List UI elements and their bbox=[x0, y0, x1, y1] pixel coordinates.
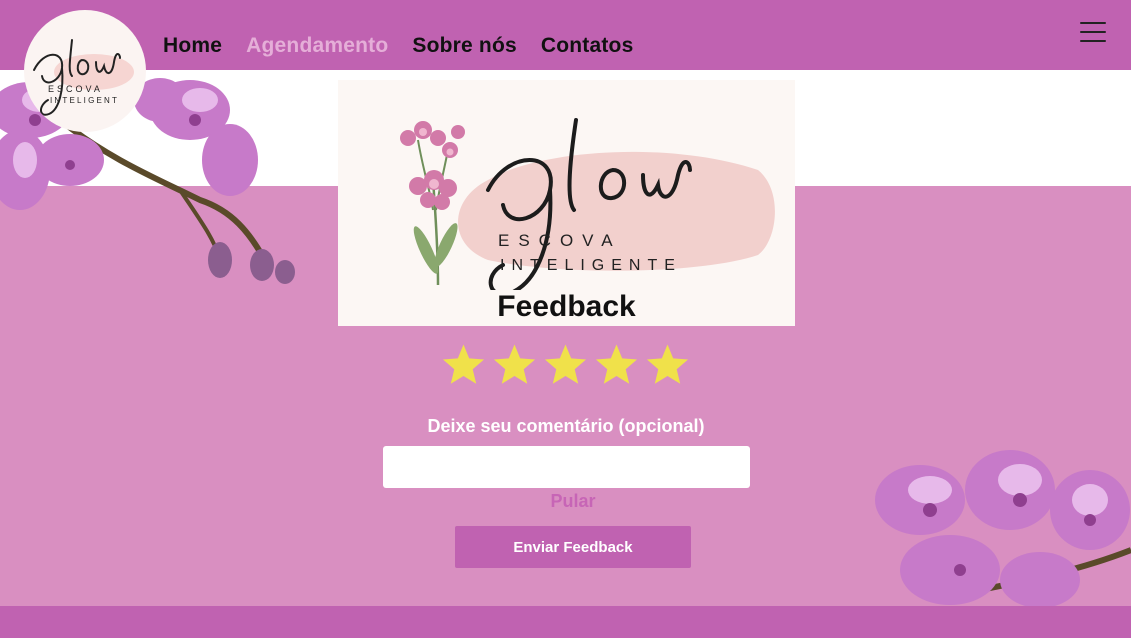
nav-sobre-nos[interactable]: Sobre nós bbox=[412, 34, 516, 58]
logo-line1: ESCOVA bbox=[48, 84, 103, 94]
nav-contatos[interactable]: Contatos bbox=[541, 34, 634, 58]
banner-line2: INTELIGENTE bbox=[500, 257, 682, 274]
star-icon[interactable] bbox=[491, 340, 538, 390]
footer-bar bbox=[0, 606, 1131, 638]
nav-agendamento[interactable]: Agendamento bbox=[246, 34, 388, 58]
star-icon[interactable] bbox=[542, 340, 589, 390]
main-nav: Home Agendamento Sobre nós Contatos bbox=[163, 34, 633, 58]
star-icon[interactable] bbox=[644, 340, 691, 390]
star-icon[interactable] bbox=[593, 340, 640, 390]
feedback-card: ESCOVA INTELIGENTE Feedback bbox=[338, 80, 795, 326]
hamburger-menu-icon[interactable] bbox=[1080, 22, 1108, 44]
comment-input[interactable] bbox=[383, 446, 750, 488]
star-rating bbox=[440, 340, 691, 390]
logo-line2: INTELIGENT bbox=[50, 96, 119, 105]
nav-home[interactable]: Home bbox=[163, 34, 222, 58]
banner-line1: ESCOVA bbox=[498, 231, 622, 250]
brand-banner: ESCOVA INTELIGENTE bbox=[400, 118, 775, 290]
submit-feedback-button[interactable]: Enviar Feedback bbox=[455, 526, 691, 568]
feedback-title: Feedback bbox=[497, 290, 636, 323]
star-icon[interactable] bbox=[440, 340, 487, 390]
brand-logo[interactable]: ESCOVA INTELIGENT bbox=[24, 10, 146, 132]
comment-label: Deixe seu comentário (opcional) bbox=[427, 416, 705, 436]
skip-link[interactable]: Pular bbox=[383, 491, 763, 512]
orchid-right-decoration bbox=[875, 450, 1131, 606]
